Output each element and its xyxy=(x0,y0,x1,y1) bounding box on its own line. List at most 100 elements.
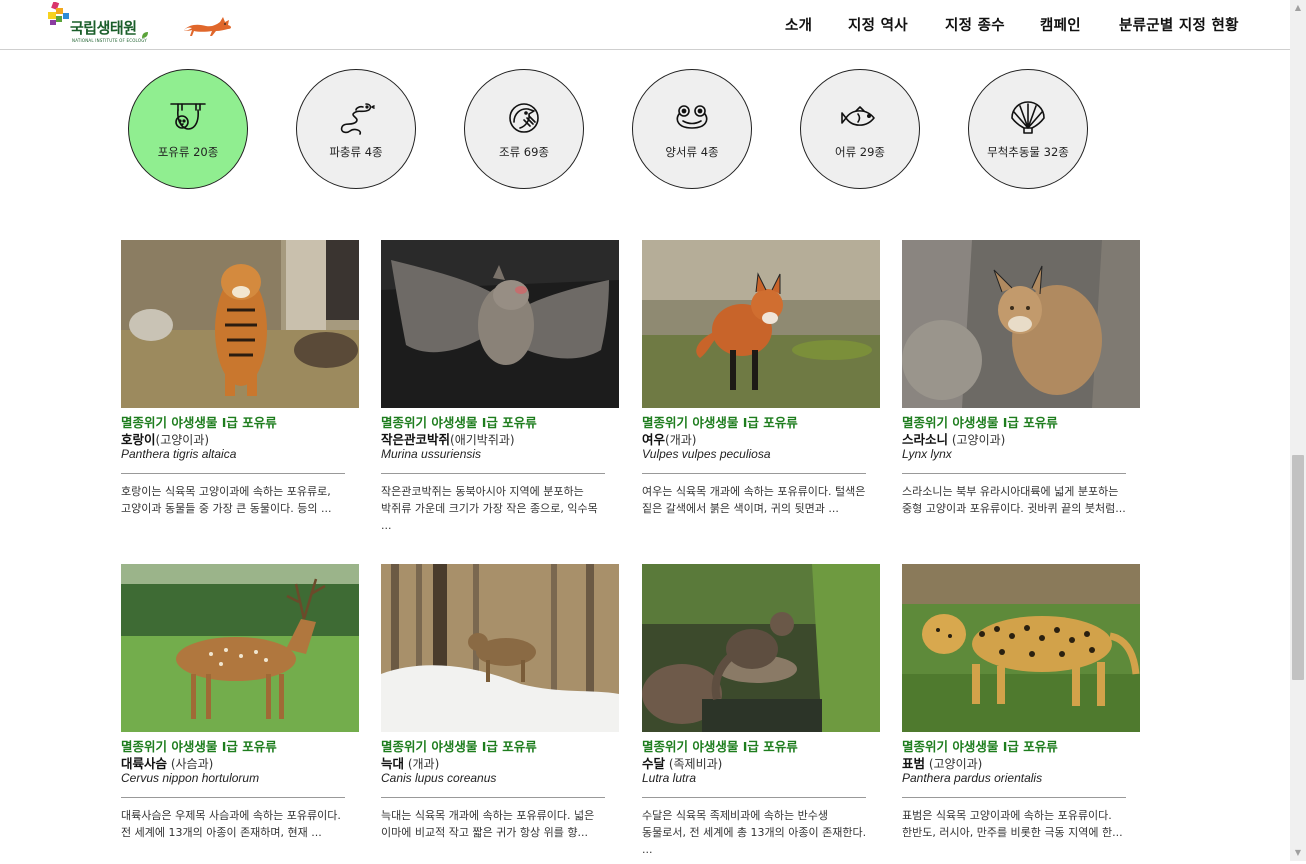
wolf-image xyxy=(381,564,619,732)
species-family: (고양이과) xyxy=(155,433,210,447)
tiger-image xyxy=(121,240,359,408)
species-common-name: 수달 xyxy=(642,756,666,771)
frog-icon xyxy=(676,105,708,129)
bird-icon xyxy=(509,103,539,133)
species-name: 스라소니 (고양이과) xyxy=(902,429,1005,448)
lynx-image xyxy=(902,240,1140,408)
bat-image xyxy=(381,240,619,408)
otter-photo[interactable] xyxy=(642,564,880,732)
species-common-name: 표범 xyxy=(902,756,926,771)
species-scientific-name: Cervus nippon hortulorum xyxy=(121,771,260,785)
species-common-name: 늑대 xyxy=(381,756,405,771)
category-amphibians[interactable]: 양서류 4종 xyxy=(632,69,752,189)
nav-intro[interactable]: 소개 xyxy=(785,14,812,35)
species-description: 호랑이는 식육목 고양이과에 속하는 포유류로, 고양이과 동물들 중 가장 큰… xyxy=(121,485,332,515)
shell-icon xyxy=(1011,101,1045,134)
nav-campaign[interactable]: 캠페인 xyxy=(1040,14,1081,35)
species-description: 작은관코박쥐는 동북아시아 지역에 분포하는 박쥐류 가운데 크기가 가장 작은… xyxy=(381,485,598,532)
snake-icon xyxy=(340,103,375,135)
nav-species-count[interactable]: 지정 종수 xyxy=(945,14,1005,35)
wolf-photo[interactable] xyxy=(381,564,619,732)
vertical-scrollbar[interactable]: ▲ ▼ xyxy=(1290,0,1306,861)
species-description: 대륙사슴은 우제목 사슴과에 속하는 포유류이다. 전 세계에 13개의 아종이… xyxy=(121,809,341,839)
divider xyxy=(121,473,345,474)
species-card-bat[interactable]: 멸종위기 야생생물 Ⅰ급 포유류 작은관코박쥐(애기박쥐과) Murina us… xyxy=(381,240,619,540)
species-scientific-name: Panthera pardus orientalis xyxy=(902,771,1043,785)
species-card-tiger[interactable]: 멸종위기 야생생물 Ⅰ급 포유류 호랑이(고양이과) Panthera tigr… xyxy=(121,240,359,540)
lynx-photo[interactable] xyxy=(902,240,1140,408)
main-nav: 소개 지정 역사 지정 종수 캠페인 분류군별 지정 현황 xyxy=(0,14,1290,36)
scroll-down-arrow-icon[interactable]: ▼ xyxy=(1290,845,1306,861)
tiger-photo[interactable] xyxy=(121,240,359,408)
sloth-icon xyxy=(170,103,206,130)
deer-image xyxy=(121,564,359,732)
species-scientific-name: Lynx lynx xyxy=(902,447,952,461)
species-family: (고양이과) xyxy=(948,433,1006,447)
species-family: (개과) xyxy=(665,433,697,447)
site-header: 국립생태원 NATIONAL INSTITUTE OF ECOLOGY 소개 지… xyxy=(0,0,1290,50)
species-card-lynx[interactable]: 멸종위기 야생생물 Ⅰ급 포유류 스라소니 (고양이과) Lynx lynx 스… xyxy=(902,240,1140,540)
category-reptiles[interactable]: 파충류 4종 xyxy=(296,69,416,189)
species-card-fox[interactable]: 멸종위기 야생생물 Ⅰ급 포유류 여우(개과) Vulpes vulpes pe… xyxy=(642,240,880,540)
category-label: 어류 29종 xyxy=(834,145,886,159)
divider xyxy=(902,473,1126,474)
species-card-leopard[interactable]: 멸종위기 야생생물 Ⅰ급 포유류 표범 (고양이과) Panthera pard… xyxy=(902,564,1140,864)
category-label: 포유류 20종 xyxy=(157,145,219,159)
divider xyxy=(642,473,866,474)
deer-photo[interactable] xyxy=(121,564,359,732)
fox-photo[interactable] xyxy=(642,240,880,408)
divider xyxy=(642,797,866,798)
species-common-name: 스라소니 xyxy=(902,432,949,447)
nav-history[interactable]: 지정 역사 xyxy=(848,14,908,35)
species-scientific-name: Murina ussuriensis xyxy=(381,447,482,461)
species-scientific-name: Lutra lutra xyxy=(642,771,697,785)
category-label: 무척추동물 32종 xyxy=(987,145,1069,159)
divider xyxy=(902,797,1126,798)
species-name: 수달 (족제비과) xyxy=(642,753,722,772)
species-card-otter[interactable]: 멸종위기 야생생물 Ⅰ급 포유류 수달 (족제비과) Lutra lutra 수… xyxy=(642,564,880,864)
category-label: 파충류 4종 xyxy=(329,145,383,159)
fox-image xyxy=(642,240,880,408)
species-scientific-name: Panthera tigris altaica xyxy=(121,447,237,461)
category-mammals[interactable]: 포유류 20종 xyxy=(128,69,248,189)
species-description: 스라소니는 북부 유라시아대륙에 넓게 분포하는 중형 고양이과 포유류이다. … xyxy=(902,485,1126,515)
category-label: 양서류 4종 xyxy=(665,145,719,159)
divider xyxy=(121,797,345,798)
species-family: (족제비과) xyxy=(665,757,723,771)
species-common-name: 대륙사슴 xyxy=(121,756,168,771)
species-family: (애기박쥐과) xyxy=(450,433,515,447)
species-scientific-name: Canis lupus coreanus xyxy=(381,771,497,785)
fish-icon xyxy=(841,106,875,126)
species-common-name: 작은관코박쥐 xyxy=(381,432,451,447)
divider xyxy=(381,473,605,474)
species-description: 수달은 식육목 족제비과에 속하는 반수생 동물로서, 전 세계에 총 13개의… xyxy=(642,809,867,856)
scroll-up-arrow-icon[interactable]: ▲ xyxy=(1290,0,1306,16)
species-card-wolf[interactable]: 멸종위기 야생생물 Ⅰ급 포유류 늑대 (개과) Canis lupus cor… xyxy=(381,564,619,864)
species-description: 늑대는 식육목 개과에 속하는 포유류이다. 넓은 이마에 비교적 작고 짧은 … xyxy=(381,809,595,839)
species-name: 표범 (고양이과) xyxy=(902,753,982,772)
leopard-image xyxy=(902,564,1140,732)
nav-taxon-status[interactable]: 분류군별 지정 현황 xyxy=(1119,14,1239,35)
species-name: 여우(개과) xyxy=(642,429,696,448)
species-name: 늑대 (개과) xyxy=(381,753,439,772)
scroll-thumb[interactable] xyxy=(1292,455,1304,680)
logo-subtitle: NATIONAL INSTITUTE OF ECOLOGY xyxy=(72,38,147,43)
category-invertebrates[interactable]: 무척추동물 32종 xyxy=(968,69,1088,189)
otter-image xyxy=(642,564,880,732)
leopard-photo[interactable] xyxy=(902,564,1140,732)
species-family: (사슴과) xyxy=(167,757,214,771)
species-name: 대륙사슴 (사슴과) xyxy=(121,753,213,772)
species-description: 표범은 식육목 고양이과에 속하는 포유류이다. 한반도, 러시아, 만주를 비… xyxy=(902,809,1123,839)
bat-photo[interactable] xyxy=(381,240,619,408)
divider xyxy=(381,797,605,798)
category-fish[interactable]: 어류 29종 xyxy=(800,69,920,189)
species-name: 작은관코박쥐(애기박쥐과) xyxy=(381,429,515,448)
species-scientific-name: Vulpes vulpes peculiosa xyxy=(642,447,771,461)
species-family: (고양이과) xyxy=(925,757,983,771)
species-card-deer[interactable]: 멸종위기 야생생물 Ⅰ급 포유류 대륙사슴 (사슴과) Cervus nippo… xyxy=(121,564,359,864)
species-common-name: 호랑이 xyxy=(121,432,156,447)
species-common-name: 여우 xyxy=(642,432,666,447)
category-label: 조류 69종 xyxy=(498,145,550,159)
species-description: 여우는 식육목 개과에 속하는 포유류이다. 털색은 짙은 갈색에서 붉은 색이… xyxy=(642,485,866,515)
category-birds[interactable]: 조류 69종 xyxy=(464,69,584,189)
